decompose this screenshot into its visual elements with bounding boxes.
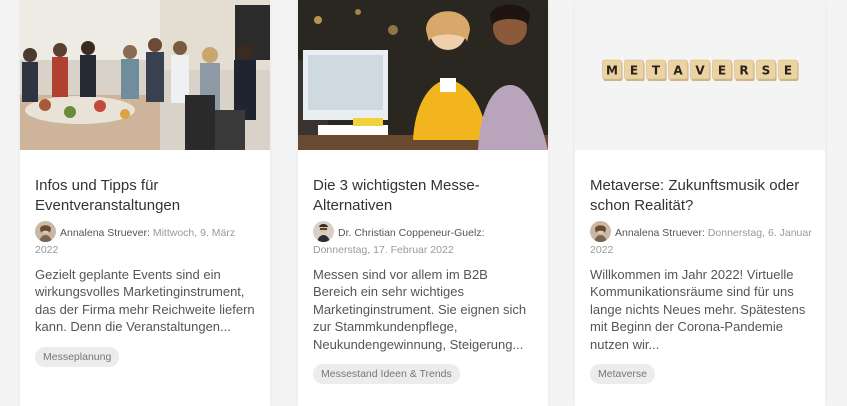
publish-date: Donnerstag, 17. Februar 2022 (313, 244, 454, 256)
article-title[interactable]: Metaverse: Zukunftsmusik oder schon Real… (590, 176, 810, 216)
tag-list: Metaverse (590, 364, 810, 385)
letter-tile: T (646, 59, 667, 81)
letter-tile: S (756, 59, 777, 81)
article-byline: Dr. Christian Coppeneur-Guelz: Donnersta… (313, 221, 535, 258)
article-image-office[interactable] (298, 0, 548, 150)
article-body: Infos und Tipps für Eventveranstaltungen… (20, 150, 270, 367)
tile-letter: V (695, 64, 705, 78)
letter-tile: R (734, 59, 755, 81)
tag-list: Messestand Ideen & Trends (313, 364, 533, 385)
office-photo (298, 0, 548, 150)
author-name: Annalena Struever: (615, 227, 705, 239)
metaverse-tiles-photo: METAVERSE (575, 0, 825, 150)
article-excerpt: Willkommen im Jahr 2022! Virtuelle Kommu… (590, 267, 806, 352)
article-image-metaverse[interactable]: METAVERSE (575, 0, 825, 150)
letter-tile: V (690, 59, 711, 81)
tile-letter: R (739, 64, 748, 78)
article-excerpt: Gezielt geplante Events sind ein wirkung… (35, 267, 255, 335)
article-body: Die 3 wichtigsten Messe-Alternativen Dr.… (298, 150, 548, 385)
article-card[interactable]: Infos und Tipps für Eventveranstaltungen… (20, 0, 270, 406)
tile-letter: E (630, 64, 638, 78)
tile-letter: S (762, 64, 771, 78)
tile-letter: E (718, 64, 726, 78)
letter-tile: A (668, 59, 689, 81)
article-body: Metaverse: Zukunftsmusik oder schon Real… (575, 150, 825, 385)
article-byline: Annalena Struever: Mittwoch, 9. März 202… (35, 221, 257, 258)
article-excerpt: Messen sind vor allem im B2B Bereich ein… (313, 267, 527, 352)
letter-tile: M (602, 59, 623, 81)
article-title[interactable]: Die 3 wichtigsten Messe-Alternativen (313, 176, 533, 216)
tile-letter: A (673, 64, 683, 78)
author-name: Annalena Struever: (60, 227, 150, 239)
letter-tile: E (712, 59, 733, 81)
letter-tile: E (624, 59, 645, 81)
article-card[interactable]: Die 3 wichtigsten Messe-Alternativen Dr.… (298, 0, 548, 406)
letter-tile: E (778, 59, 799, 81)
article-byline: Annalena Struever: Donnerstag, 6. Januar… (590, 221, 812, 258)
event-photo (20, 0, 270, 150)
tag-badge[interactable]: Messestand Ideen & Trends (313, 364, 460, 385)
article-image-event-buffet[interactable] (20, 0, 270, 150)
tile-letter: E (784, 64, 792, 78)
author-avatar (590, 221, 611, 242)
tile-letter: T (652, 64, 661, 78)
article-card[interactable]: METAVERSE Metaverse: Zukunftsmusik oder … (575, 0, 825, 406)
tag-badge[interactable]: Metaverse (590, 364, 656, 385)
article-title[interactable]: Infos und Tipps für Eventveranstaltungen (35, 176, 255, 216)
author-avatar (35, 221, 56, 242)
author-name: Dr. Christian Coppeneur-Guelz: (338, 227, 485, 239)
tag-list: Messeplanung (35, 346, 255, 367)
author-avatar (313, 221, 334, 242)
tile-letter: M (606, 64, 618, 78)
tag-badge[interactable]: Messeplanung (35, 346, 120, 367)
